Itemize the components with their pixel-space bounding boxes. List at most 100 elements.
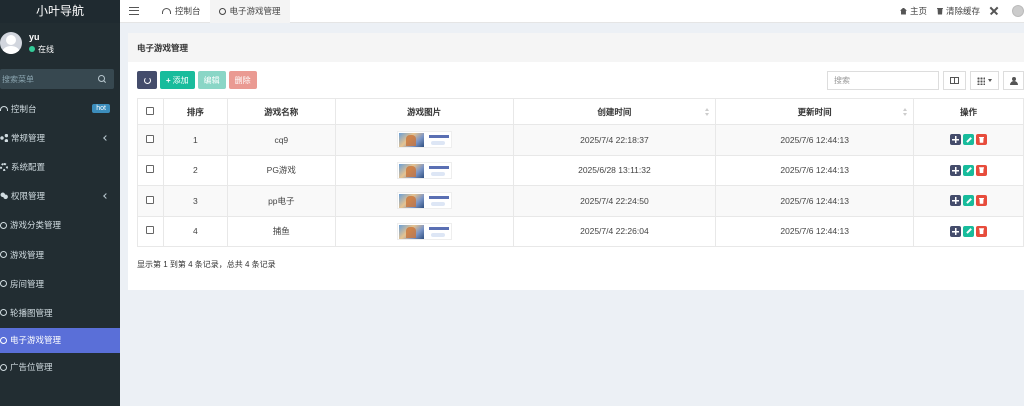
- select-all-checkbox[interactable]: [146, 106, 155, 115]
- group-icon: [0, 192, 8, 201]
- sidebar-item-ads[interactable]: 广告位管理: [0, 353, 120, 382]
- dashboard-icon: [0, 106, 8, 112]
- row-delete-button[interactable]: [976, 134, 988, 146]
- app-logo[interactable]: 小叶导航: [0, 0, 120, 23]
- cell-sort: 2: [162, 154, 228, 186]
- edit-button[interactable]: 编辑: [197, 71, 226, 89]
- sidebar-item-dashboard[interactable]: 控制台 hot: [0, 94, 120, 123]
- user-status: 在线: [29, 44, 54, 55]
- drag-sort-button[interactable]: [950, 225, 962, 237]
- game-image[interactable]: [396, 131, 452, 149]
- select-all-cell: [137, 98, 164, 125]
- delete-button[interactable]: 删除: [228, 71, 257, 89]
- delete-label: 删除: [234, 75, 251, 85]
- cogs-icon: [0, 133, 8, 142]
- game-image[interactable]: [396, 161, 452, 179]
- sidebar: 小叶导航 yu 在线 控制台 hot 常规管理 系统配置: [0, 0, 120, 406]
- tab-dashboard[interactable]: 控制台: [153, 0, 210, 23]
- drag-sort-button[interactable]: [950, 195, 962, 207]
- row-edit-button[interactable]: [963, 164, 975, 176]
- header-sort[interactable]: 排序: [162, 98, 228, 125]
- circle-icon: [0, 336, 7, 344]
- sidebar-item-label: 常规管理: [11, 132, 46, 143]
- circle-icon: [0, 309, 7, 317]
- toggle-view-button[interactable]: [943, 71, 966, 90]
- row-delete-button[interactable]: [976, 164, 988, 176]
- header-created[interactable]: 创建时间: [512, 98, 717, 125]
- tab-label: 电子游戏管理: [229, 6, 281, 16]
- menu-toggle-icon[interactable]: [129, 7, 139, 15]
- cell-sort: 3: [162, 185, 228, 217]
- columns-dropdown-button[interactable]: [970, 71, 999, 90]
- cell-created: 2025/7/4 22:26:04: [512, 215, 717, 247]
- table-row[interactable]: 3 pp电子 2025/7/4 22:24:50 2025/7/6 12:44:…: [137, 185, 1024, 217]
- sidebar-item-label: 控制台: [11, 103, 37, 114]
- row-edit-button[interactable]: [963, 195, 975, 207]
- sort-icon: [903, 108, 908, 116]
- game-image[interactable]: [396, 222, 452, 240]
- row-checkbox[interactable]: [146, 226, 155, 235]
- chevron-left-icon: [103, 193, 109, 199]
- clear-cache-button[interactable]: 清除缓存: [936, 5, 980, 17]
- cell-name: cq9: [226, 124, 336, 156]
- content-panel: 电子游戏管理 + 添加 编辑 删除 搜索 排序 游戏名称 游戏图片 创建时间 更…: [128, 33, 1024, 290]
- row-checkbox[interactable]: [146, 165, 155, 174]
- drag-sort-button[interactable]: [950, 134, 962, 146]
- sidebar-item-system-config[interactable]: 系统配置: [0, 152, 120, 181]
- header-updated[interactable]: 更新时间: [715, 98, 915, 125]
- chevron-left-icon: [103, 134, 109, 141]
- sidebar-item-label: 权限管理: [11, 191, 46, 202]
- sidebar-item-carousel[interactable]: 轮播图管理: [0, 298, 120, 327]
- circle-icon: [0, 363, 7, 371]
- trash-icon: [936, 7, 943, 15]
- sidebar-item-permissions[interactable]: 权限管理: [0, 182, 120, 211]
- row-checkbox[interactable]: [146, 134, 155, 143]
- header-ops: 操作: [913, 98, 1024, 125]
- columns-icon: [950, 77, 959, 84]
- header-updated-label: 更新时间: [797, 106, 832, 117]
- header-name[interactable]: 游戏名称: [226, 98, 336, 125]
- sidebar-item-games[interactable]: 游戏管理: [0, 240, 120, 269]
- tab-label: 控制台: [175, 6, 201, 16]
- game-image[interactable]: [396, 192, 452, 210]
- sidebar-search-input[interactable]: [2, 74, 82, 84]
- fullscreen-icon[interactable]: [990, 7, 998, 15]
- refresh-icon: [143, 76, 151, 84]
- header-image[interactable]: 游戏图片: [334, 98, 514, 125]
- table-row[interactable]: 1 cq9 2025/7/4 22:18:37 2025/7/6 12:44:1…: [137, 124, 1024, 156]
- search-icon[interactable]: [98, 75, 106, 83]
- user-avatar[interactable]: [1012, 5, 1024, 17]
- row-delete-button[interactable]: [976, 195, 988, 207]
- games-table: 排序 游戏名称 游戏图片 创建时间 更新时间 操作 1 cq9 2025/7/4…: [137, 98, 1024, 247]
- home-link[interactable]: 主页: [899, 5, 927, 17]
- cell-updated: 2025/7/6 12:44:13: [715, 215, 915, 247]
- gear-icon: [0, 162, 8, 171]
- row-edit-button[interactable]: [963, 225, 975, 237]
- cell-created: 2025/7/4 22:24:50: [512, 185, 717, 217]
- drag-sort-button[interactable]: [950, 164, 962, 176]
- cell-created: 2025/7/4 22:18:37: [512, 124, 717, 156]
- sidebar-item-general[interactable]: 常规管理: [0, 123, 120, 152]
- export-button[interactable]: [1003, 71, 1024, 90]
- row-delete-button[interactable]: [976, 225, 988, 237]
- table-row[interactable]: 4 捕鱼 2025/7/4 22:26:04 2025/7/6 12:44:13: [137, 215, 1024, 247]
- user-name: yu: [29, 31, 40, 42]
- table-search-input[interactable]: [827, 71, 939, 90]
- edit-label: 编辑: [203, 75, 220, 85]
- cell-updated: 2025/7/6 12:44:13: [715, 124, 915, 156]
- pagination-info: 显示第 1 到第 4 条记录，总共 4 条记录: [137, 260, 276, 269]
- refresh-button[interactable]: [137, 71, 157, 89]
- sidebar-item-rooms[interactable]: 房间管理: [0, 269, 120, 298]
- row-checkbox[interactable]: [146, 195, 155, 204]
- sidebar-item-label: 游戏管理: [10, 249, 45, 260]
- dashboard-icon: [162, 8, 171, 14]
- row-edit-button[interactable]: [963, 134, 975, 146]
- sidebar-item-game-category[interactable]: 游戏分类管理: [0, 211, 120, 240]
- tab-egames[interactable]: 电子游戏管理: [209, 0, 290, 23]
- sidebar-item-egames[interactable]: 电子游戏管理: [0, 327, 120, 353]
- toolbar: + 添加 编辑 删除: [128, 62, 1024, 98]
- table-row[interactable]: 2 PG游戏 2025/6/28 13:11:32 2025/7/6 12:44…: [137, 154, 1024, 186]
- add-button[interactable]: + 添加: [160, 71, 195, 89]
- home-icon: [899, 7, 907, 15]
- circle-icon: [0, 221, 7, 229]
